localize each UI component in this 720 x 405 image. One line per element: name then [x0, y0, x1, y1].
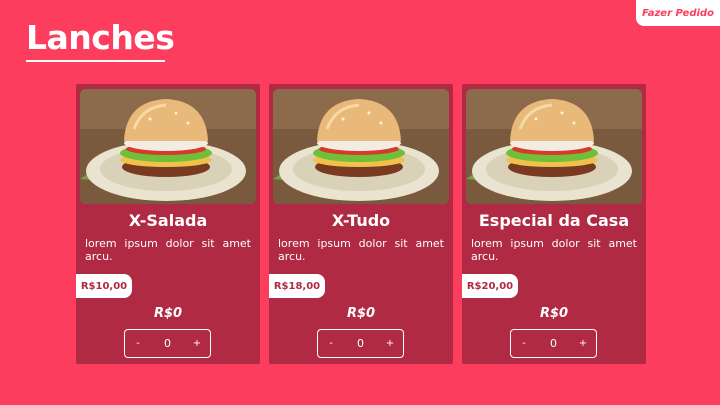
product-card: X-Salada lorem ipsum dolor sit amet arcu… [76, 84, 260, 364]
quantity-stepper: - 0 + [510, 329, 597, 358]
quantity-stepper: - 0 + [317, 329, 404, 358]
price-tag: R$20,00 [462, 274, 518, 298]
burger-image [273, 89, 449, 204]
title-underline [26, 60, 165, 62]
product-total: R$0 [539, 306, 569, 321]
burger-image [80, 89, 256, 204]
product-total: R$0 [153, 306, 183, 321]
quantity-value: 0 [357, 337, 364, 350]
product-card: Especial da Casa lorem ipsum dolor sit a… [462, 84, 646, 364]
increment-button[interactable]: + [570, 330, 596, 357]
decrement-button[interactable]: - [511, 330, 537, 357]
burger-photo [273, 89, 449, 204]
place-order-button[interactable]: Fazer Pedido [636, 0, 720, 26]
burger-photo [80, 89, 256, 204]
quantity-value: 0 [550, 337, 557, 350]
decrement-button[interactable]: - [125, 330, 151, 357]
burger-image [466, 89, 642, 204]
price-tag: R$18,00 [269, 274, 325, 298]
burger-photo [466, 89, 642, 204]
product-name: X-Tudo [331, 211, 391, 230]
increment-button[interactable]: + [377, 330, 403, 357]
product-name: X-Salada [128, 211, 208, 230]
product-card: X-Tudo lorem ipsum dolor sit amet arcu. … [269, 84, 453, 364]
quantity-value: 0 [164, 337, 171, 350]
product-list: X-Salada lorem ipsum dolor sit amet arcu… [76, 84, 646, 364]
product-total: R$0 [346, 306, 376, 321]
product-description: lorem ipsum dolor sit amet arcu. [85, 237, 251, 263]
decrement-button[interactable]: - [318, 330, 344, 357]
price-tag: R$10,00 [76, 274, 132, 298]
product-name: Especial da Casa [478, 211, 630, 230]
product-description: lorem ipsum dolor sit amet arcu. [278, 237, 444, 263]
increment-button[interactable]: + [184, 330, 210, 357]
product-description: lorem ipsum dolor sit amet arcu. [471, 237, 637, 263]
page-title: Lanches [26, 18, 175, 57]
quantity-stepper: - 0 + [124, 329, 211, 358]
